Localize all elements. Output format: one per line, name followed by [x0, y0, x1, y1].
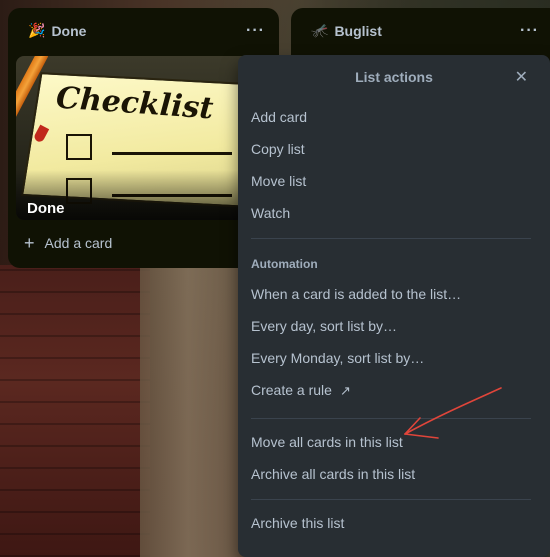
add-card-label: Add a card: [44, 235, 113, 251]
menu-create-rule[interactable]: Create a rule ↗: [251, 382, 351, 399]
menu-archive-all-cards[interactable]: Archive all cards in this list: [251, 466, 415, 482]
close-icon[interactable]: ✕: [515, 67, 528, 86]
create-rule-label: Create a rule: [251, 382, 332, 398]
menu-divider: [251, 418, 531, 419]
list-menu-button[interactable]: ···: [246, 22, 265, 40]
menu-divider: [251, 238, 531, 239]
external-link-icon: ↗: [339, 384, 351, 399]
menu-copy-list[interactable]: Copy list: [251, 141, 305, 157]
mosquito-emoji-icon: 🦟: [311, 23, 329, 39]
list-header: 🦟 Buglist ···: [291, 8, 550, 54]
list-title[interactable]: 🦟 Buglist: [311, 23, 382, 39]
menu-card-added-rule[interactable]: When a card is added to the list…: [251, 286, 461, 302]
list-header: 🎉 Done ···: [8, 8, 279, 54]
list-title[interactable]: 🎉 Done: [28, 23, 86, 39]
popover-header: List actions ✕: [238, 55, 550, 99]
menu-divider: [251, 499, 531, 500]
checklist-line: [112, 152, 232, 155]
popover-title: List actions: [355, 69, 433, 85]
card-title[interactable]: Done: [27, 200, 65, 217]
checkbox-drawing: [66, 134, 92, 160]
menu-monday-sort[interactable]: Every Monday, sort list by…: [251, 350, 424, 366]
menu-archive-list[interactable]: Archive this list: [251, 515, 344, 531]
card-cover-image[interactable]: Checklist: [16, 56, 271, 220]
menu-move-list[interactable]: Move list: [251, 173, 306, 189]
automation-section-label: Automation: [251, 257, 318, 271]
list-title-text: Done: [51, 23, 87, 39]
add-card-button[interactable]: + Add a card: [24, 234, 112, 252]
list-title-text: Buglist: [334, 23, 382, 39]
party-emoji-icon: 🎉: [28, 23, 46, 39]
plus-icon: +: [24, 233, 35, 253]
menu-watch[interactable]: Watch: [251, 205, 290, 221]
background-brick: [0, 265, 150, 557]
list-menu-button[interactable]: ···: [520, 22, 539, 40]
list-actions-popover: List actions ✕ Add card Copy list Move l…: [238, 55, 550, 557]
menu-add-card[interactable]: Add card: [251, 109, 307, 125]
menu-daily-sort[interactable]: Every day, sort list by…: [251, 318, 397, 334]
menu-move-all-cards[interactable]: Move all cards in this list: [251, 434, 403, 450]
